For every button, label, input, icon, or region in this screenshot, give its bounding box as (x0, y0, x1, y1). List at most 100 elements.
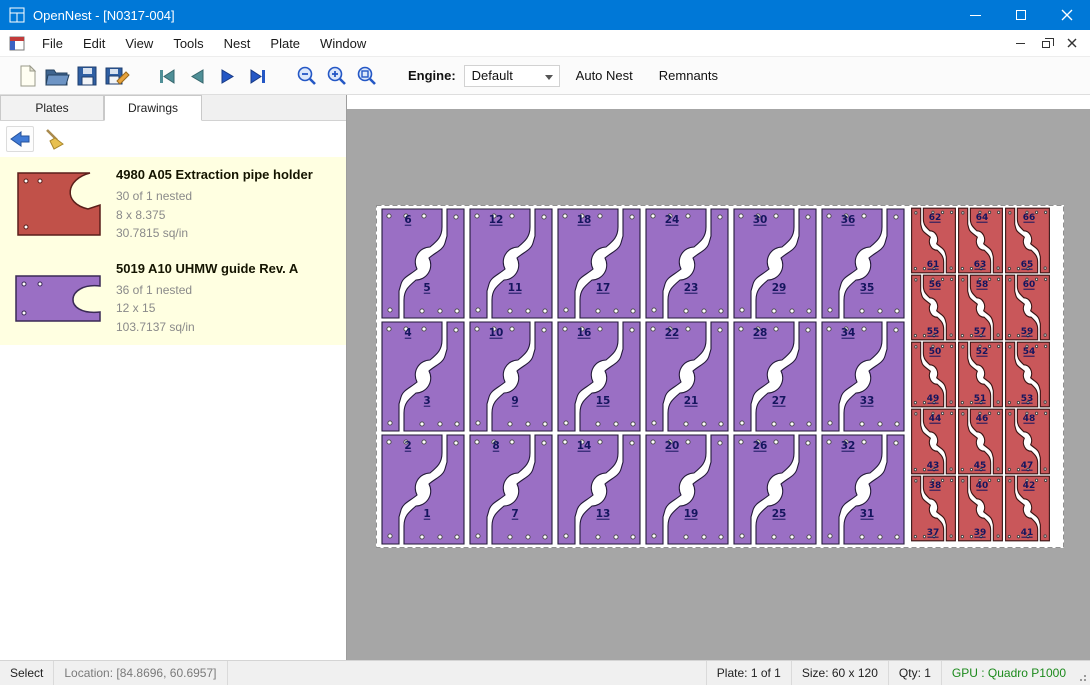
part-number: 42 (1023, 481, 1036, 491)
clear-button[interactable] (40, 126, 68, 152)
part-number: 44 (929, 414, 942, 424)
main-body: Plates Drawings (0, 95, 1090, 660)
send-back-button[interactable] (6, 126, 34, 152)
part-number: 32 (841, 440, 856, 452)
remnants-button[interactable]: Remnants (649, 62, 728, 89)
chevron-down-icon (545, 75, 553, 80)
part-number: 31 (860, 508, 875, 520)
menu-file[interactable]: File (32, 32, 73, 55)
part-number: 16 (577, 327, 592, 339)
part-number: 63 (974, 260, 987, 270)
previous-plate-button[interactable] (182, 61, 212, 91)
last-arrow-icon (245, 64, 269, 88)
part-number: 17 (596, 282, 611, 294)
part-number: 23 (684, 282, 699, 294)
part-number: 57 (974, 327, 987, 337)
part-number: 35 (860, 282, 875, 294)
part-number: 20 (665, 440, 680, 452)
part-number: 49 (927, 394, 940, 404)
menu-view[interactable]: View (115, 32, 163, 55)
new-button[interactable] (12, 61, 42, 91)
save-button[interactable] (72, 61, 102, 91)
menu-nest[interactable]: Nest (214, 32, 261, 55)
drawing-item[interactable]: 4980 A05 Extraction pipe holder 30 of 1 … (0, 157, 346, 251)
part-number: 50 (929, 347, 942, 357)
part-number: 61 (927, 260, 940, 270)
drawing-size: 8 x 8.375 (116, 206, 313, 225)
open-folder-icon (44, 64, 70, 88)
previous-arrow-icon (185, 64, 209, 88)
part-number: 58 (976, 280, 989, 290)
part-number: 37 (927, 528, 940, 538)
zoom-in-button[interactable] (322, 61, 352, 91)
app-icon (9, 7, 25, 23)
part-number: 53 (1021, 394, 1034, 404)
part-number: 56 (929, 280, 942, 290)
first-plate-button[interactable] (152, 61, 182, 91)
drawing-title: 4980 A05 Extraction pipe holder (116, 167, 313, 182)
menubar: File Edit View Tools Nest Plate Window (0, 30, 1090, 57)
close-button[interactable] (1044, 0, 1090, 30)
open-button[interactable] (42, 61, 72, 91)
part-number: 25 (772, 508, 787, 520)
save-as-button[interactable] (102, 61, 132, 91)
part-number: 24 (665, 214, 680, 226)
auto-nest-button[interactable]: Auto Nest (566, 62, 643, 89)
tab-drawings[interactable]: Drawings (104, 95, 202, 121)
part-number: 6 (404, 214, 411, 226)
purple-part-shape (16, 276, 100, 321)
part-number: 27 (772, 395, 787, 407)
part-number: 66 (1023, 213, 1036, 223)
part-number: 22 (665, 327, 680, 339)
zoom-fit-icon (354, 63, 380, 89)
part-number: 8 (492, 440, 499, 452)
next-plate-button[interactable] (212, 61, 242, 91)
part-number: 41 (1021, 528, 1034, 538)
drawing-size: 12 x 15 (116, 299, 298, 318)
statusbar-plate: Plate: 1 of 1 (706, 661, 791, 685)
save-floppy-icon (75, 64, 99, 88)
zoom-fit-button[interactable] (352, 61, 382, 91)
part-number: 64 (976, 213, 989, 223)
menu-plate[interactable]: Plate (260, 32, 310, 55)
zoom-out-button[interactable] (292, 61, 322, 91)
zoom-in-icon (324, 63, 350, 89)
window-title: OpenNest - [N0317-004] (33, 8, 175, 23)
broom-icon (42, 127, 66, 151)
last-plate-button[interactable] (242, 61, 272, 91)
child-close-button[interactable] (1060, 33, 1084, 53)
resize-grip[interactable] (1076, 661, 1090, 685)
part-thumbnail (10, 259, 106, 337)
maximize-button[interactable] (998, 0, 1044, 30)
next-arrow-icon (215, 64, 239, 88)
drawing-item[interactable]: 5019 A10 UHMW guide Rev. A 36 of 1 neste… (0, 251, 346, 345)
part-number: 21 (684, 395, 699, 407)
menu-edit[interactable]: Edit (73, 32, 115, 55)
part-number: 7 (511, 508, 518, 520)
menu-tools[interactable]: Tools (163, 32, 213, 55)
tab-plates[interactable]: Plates (0, 95, 104, 120)
part-number: 14 (577, 440, 592, 452)
sidebar-tabstrip: Plates Drawings (0, 95, 346, 121)
child-restore-button[interactable] (1034, 33, 1058, 53)
statusbar-location: Location: [84.8696, 60.6957] (54, 661, 227, 685)
child-minimize-button[interactable] (1008, 33, 1032, 53)
child-window-icon (9, 36, 25, 51)
part-number: 28 (753, 327, 768, 339)
part-number: 45 (974, 461, 987, 471)
nest-plate[interactable]: 6512111817242330293635431091615222128273… (376, 205, 1064, 548)
part-thumbnail (10, 165, 106, 243)
statusbar-mode: Select (0, 661, 54, 685)
titlebar: OpenNest - [N0317-004] (0, 0, 1090, 30)
part-number: 38 (929, 481, 942, 491)
part-number: 30 (753, 214, 768, 226)
statusbar: Select Location: [84.8696, 60.6957] Plat… (0, 660, 1090, 685)
minimize-button[interactable] (952, 0, 998, 30)
menu-window[interactable]: Window (310, 32, 376, 55)
part-number: 62 (929, 213, 942, 223)
part-number: 2 (404, 440, 411, 452)
engine-select[interactable]: Default (464, 65, 560, 87)
nest-canvas[interactable]: 6512111817242330293635431091615222128273… (347, 95, 1090, 660)
part-number: 18 (577, 214, 592, 226)
part-number: 59 (1021, 327, 1034, 337)
